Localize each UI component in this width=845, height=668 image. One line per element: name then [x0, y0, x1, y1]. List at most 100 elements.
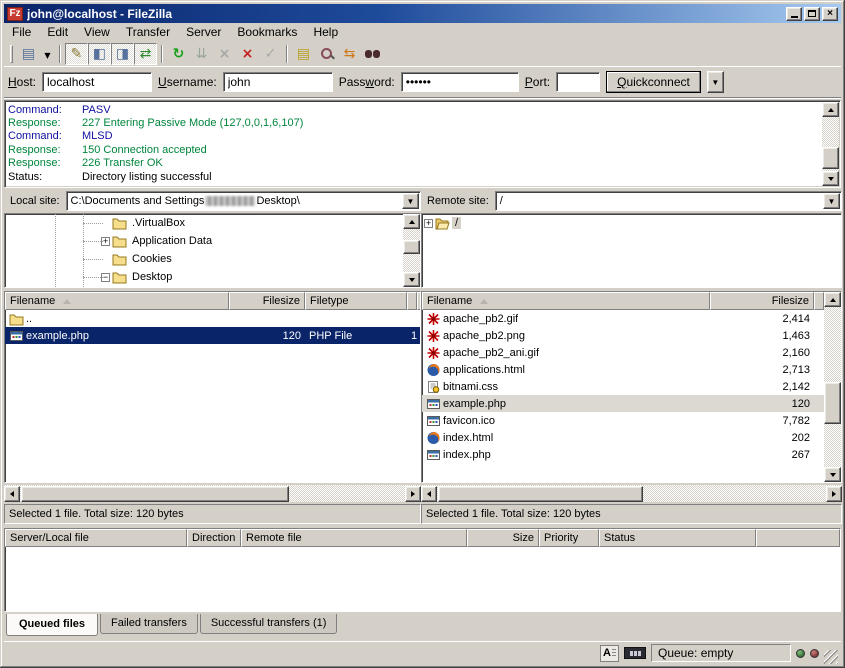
apache-file-icon: [426, 346, 443, 360]
local-path-combo[interactable]: C:\Documents and SettingsDesktop\ ▼: [66, 191, 421, 211]
menu-item-edit[interactable]: Edit: [39, 23, 76, 41]
file-row-example-php[interactable]: example.php120: [422, 395, 841, 412]
menu-item-view[interactable]: View: [76, 23, 118, 41]
folder-icon: [112, 234, 129, 248]
refresh-button[interactable]: [167, 43, 190, 65]
column-header-server-local-file[interactable]: Server/Local file: [5, 529, 187, 547]
file-row-apache-pb2-gif[interactable]: apache_pb2.gif2,414: [422, 310, 841, 327]
site-manager-dropdown[interactable]: [40, 43, 55, 65]
file-row-index-html[interactable]: index.html202: [422, 429, 841, 446]
scroll-up-button[interactable]: [822, 102, 839, 117]
file-row-favicon-ico[interactable]: favicon.ico7,782: [422, 412, 841, 429]
tree-item-cookies[interactable]: Cookies: [5, 250, 420, 268]
scroll-right-button[interactable]: [405, 486, 421, 502]
disconnect-button[interactable]: [236, 43, 259, 65]
file-row-bitnami-css[interactable]: bitnami.css2,142: [422, 378, 841, 395]
file-name-cell: example.php: [422, 397, 710, 411]
file-row-index-php[interactable]: index.php267: [422, 446, 841, 463]
username-input[interactable]: [223, 72, 333, 92]
site-manager-button[interactable]: [17, 43, 40, 65]
tree-item-application-data[interactable]: +Application Data: [5, 232, 420, 250]
scroll-up-button[interactable]: [403, 214, 420, 229]
maximize-button[interactable]: [804, 7, 820, 21]
scroll-down-button[interactable]: [824, 467, 841, 482]
toolbar-grip[interactable]: [10, 45, 13, 63]
scrollbar-thumb[interactable]: [822, 147, 839, 169]
toggle-message-log-button[interactable]: [65, 43, 88, 65]
tab-failed-transfers[interactable]: Failed transfers: [100, 614, 198, 634]
menu-item-server[interactable]: Server: [178, 23, 229, 41]
local-tree-scrollbar[interactable]: [403, 214, 420, 287]
remote-path-dropdown[interactable]: ▼: [823, 193, 840, 209]
quickconnect-button[interactable]: Quickconnect: [606, 71, 701, 93]
cancel-operation-button[interactable]: [213, 43, 236, 65]
reconnect-button[interactable]: [259, 43, 282, 65]
column-header-remote-file[interactable]: Remote file: [241, 529, 467, 547]
column-header-priority[interactable]: Priority: [539, 529, 599, 547]
scroll-left-button[interactable]: [4, 486, 20, 502]
expand-icon[interactable]: +: [424, 219, 433, 228]
tree-item-label: Desktop: [129, 271, 175, 283]
column-header-filesize[interactable]: Filesize: [229, 292, 305, 310]
file-row-[interactable]: ..: [5, 310, 420, 327]
menu-item-transfer[interactable]: Transfer: [118, 23, 178, 41]
tab-queued-files[interactable]: Queued files: [6, 614, 98, 636]
file-search-button[interactable]: [361, 43, 384, 65]
tree-item-virtualbox[interactable]: .VirtualBox: [5, 214, 420, 232]
column-header-size[interactable]: Size: [467, 529, 539, 547]
scrollbar-thumb[interactable]: [438, 486, 643, 502]
file-row-apache-pb2-png[interactable]: apache_pb2.png1,463: [422, 327, 841, 344]
username-label: Username:: [158, 75, 217, 89]
scroll-down-button[interactable]: [403, 272, 420, 287]
speed-limit-indicator-icon[interactable]: [624, 647, 646, 659]
file-row-applications-html[interactable]: applications.html2,713: [422, 361, 841, 378]
scroll-right-button[interactable]: [826, 486, 842, 502]
port-input[interactable]: [556, 72, 600, 92]
remote-horizontal-scrollbar[interactable]: [421, 485, 842, 502]
column-header-filename[interactable]: Filename: [422, 292, 710, 310]
scrollbar-thumb[interactable]: [403, 240, 420, 254]
menu-item-bookmarks[interactable]: Bookmarks: [229, 23, 305, 41]
toggle-queue-button[interactable]: [134, 43, 157, 65]
password-input[interactable]: [401, 72, 519, 92]
log-scrollbar[interactable]: [822, 102, 839, 186]
sort-ascending-icon: [480, 299, 488, 304]
remote-path-combo[interactable]: / ▼: [495, 191, 842, 211]
column-header-filename[interactable]: Filename: [5, 292, 229, 310]
resize-grip[interactable]: [824, 650, 838, 664]
minimize-button[interactable]: [786, 7, 802, 21]
process-queue-button[interactable]: [190, 43, 213, 65]
tree-item-desktop[interactable]: −Desktop: [5, 268, 420, 286]
transfer-type-indicator-icon[interactable]: A: [600, 645, 619, 662]
column-header-filetype[interactable]: Filetype: [305, 292, 407, 310]
scroll-up-button[interactable]: [824, 292, 841, 307]
column-header-filesize[interactable]: Filesize: [710, 292, 814, 310]
remote-list-scrollbar[interactable]: [824, 292, 841, 482]
host-input[interactable]: [42, 72, 152, 92]
scroll-left-button[interactable]: [421, 486, 437, 502]
remote-path-text: /: [500, 195, 503, 207]
scrollbar-thumb[interactable]: [21, 486, 289, 502]
local-horizontal-scrollbar[interactable]: [4, 485, 421, 502]
toggle-local-tree-button[interactable]: [88, 43, 111, 65]
scrollbar-thumb[interactable]: [824, 382, 841, 424]
quickconnect-dropdown[interactable]: ▼: [707, 71, 724, 93]
filename-filters-button[interactable]: [315, 43, 338, 65]
tab-successful-transfers-1[interactable]: Successful transfers (1): [200, 614, 338, 634]
file-row-apache-pb2-ani-gif[interactable]: apache_pb2_ani.gif2,160: [422, 344, 841, 361]
file-row-example-php[interactable]: example.php120PHP File1: [5, 327, 420, 344]
local-path-dropdown[interactable]: ▼: [402, 193, 419, 209]
column-header-last-modified[interactable]: Last modified: [407, 292, 417, 310]
menu-item-help[interactable]: Help: [305, 23, 346, 41]
toggle-remote-tree-button[interactable]: [111, 43, 134, 65]
tree-item-[interactable]: +/: [422, 214, 841, 232]
column-header-status[interactable]: Status: [599, 529, 756, 547]
synchronized-browsing-button[interactable]: [338, 43, 361, 65]
scroll-down-button[interactable]: [822, 171, 839, 186]
local-file-list: FilenameFilesizeFiletypeLast modified ..…: [4, 291, 421, 483]
close-button[interactable]: ×: [822, 7, 838, 21]
menu-item-file[interactable]: File: [4, 23, 39, 41]
column-header-direction[interactable]: Direction: [187, 529, 241, 547]
file-modified-cell: 1: [407, 330, 420, 342]
directory-comparison-button[interactable]: [292, 43, 315, 65]
